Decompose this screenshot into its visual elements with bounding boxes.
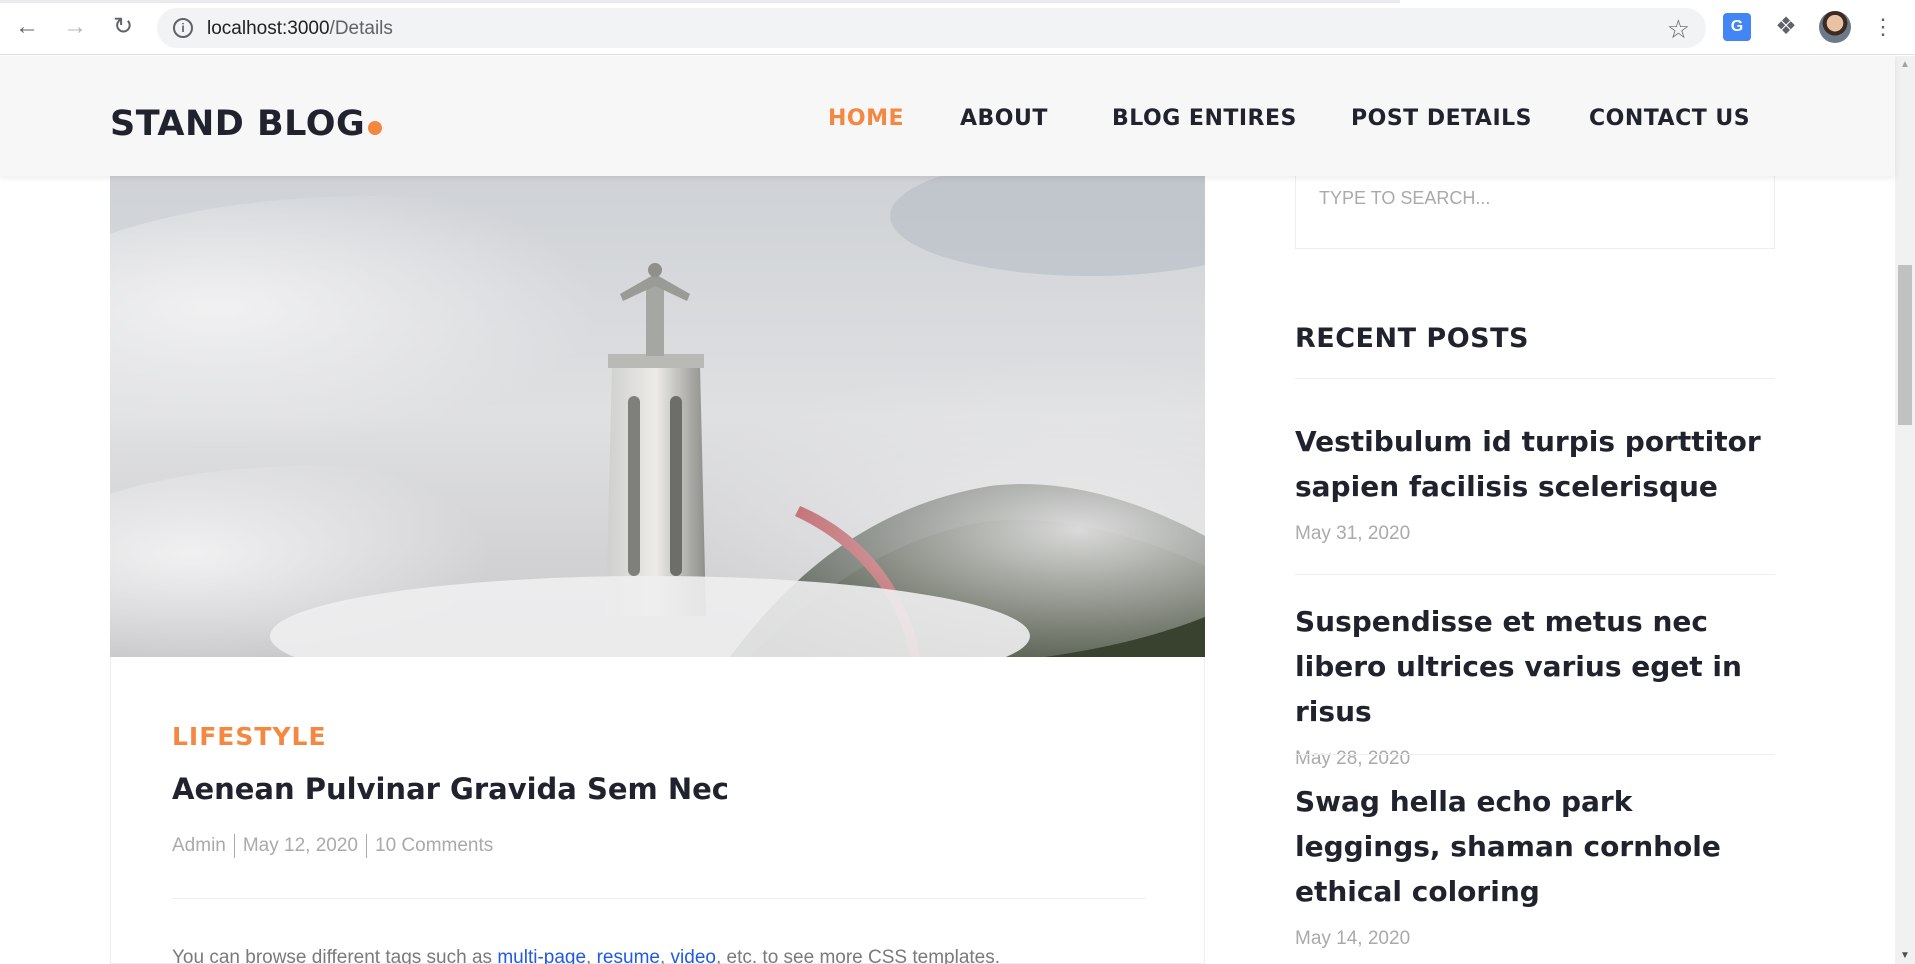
forward-icon[interactable]: → <box>62 14 88 40</box>
recent-post-title[interactable]: Vestibulum id turpis porttitor sapien fa… <box>1295 419 1775 509</box>
logo-dot <box>368 121 383 135</box>
recent-post-date: May 14, 2020 <box>1295 928 1411 949</box>
puzzle-icon[interactable]: ❖ <box>1772 13 1800 41</box>
meta-separator <box>233 834 235 858</box>
star-icon[interactable]: ☆ <box>1667 14 1690 45</box>
recent-post-item: Suspendisse et metus nec libero ultrices… <box>1295 599 1775 770</box>
post-divider <box>172 898 1146 899</box>
recent-post-date: May 28, 2020 <box>1295 748 1411 769</box>
scrollbar-thumb[interactable] <box>1898 265 1912 425</box>
post-title[interactable]: Aenean Pulvinar Gravida Sem Nec <box>172 772 729 806</box>
recent-post-date: May 31, 2020 <box>1295 523 1411 544</box>
post-body: You can browse different tags such as mu… <box>172 947 1000 964</box>
reload-icon[interactable]: ↻ <box>110 14 136 40</box>
back-icon[interactable]: ← <box>14 14 40 40</box>
post-body-suffix: , etc. to see more CSS templates. <box>715 947 1001 964</box>
site-logo[interactable]: STAND BLOG <box>110 104 383 144</box>
info-icon[interactable]: i <box>173 18 193 38</box>
post-meta: Admin May 12, 2020 10 Comments <box>172 834 493 858</box>
recent-post-title[interactable]: Swag hella echo park leggings, shaman co… <box>1295 779 1775 914</box>
post-category[interactable]: LIFESTYLE <box>172 722 327 751</box>
nav-post-details[interactable]: POST DETAILS <box>1351 106 1532 131</box>
more-icon[interactable]: ⋮ <box>1872 12 1894 42</box>
tag-link-resume[interactable]: resume <box>597 947 660 964</box>
recent-post-item: Swag hella echo park leggings, shaman co… <box>1295 779 1775 950</box>
tag-comma: , <box>586 947 597 964</box>
url-host: localhost:3000 <box>207 18 330 39</box>
meta-separator <box>366 834 367 858</box>
browser-toolbar: ← → ↻ i localhost:3000/Details ☆ G ❖ ⋮ <box>0 0 1915 55</box>
post-author[interactable]: Admin <box>172 835 226 856</box>
page-scrollbar[interactable]: ▲ ▼ <box>1895 56 1915 964</box>
sidebar-divider <box>1295 754 1775 755</box>
recent-post-title[interactable]: Suspendisse et metus nec libero ultrices… <box>1295 599 1775 734</box>
tag-link-video[interactable]: video <box>671 947 716 964</box>
url-path: /Details <box>329 18 393 39</box>
recent-posts-heading: RECENT POSTS <box>1295 323 1529 354</box>
nav-home[interactable]: HOME <box>828 106 904 131</box>
recent-post-item: Vestibulum id turpis porttitor sapien fa… <box>1295 419 1775 545</box>
sidebar-divider <box>1295 378 1775 379</box>
tag-comma: , <box>659 947 671 964</box>
url-text[interactable]: localhost:3000/Details <box>207 18 393 40</box>
nav-about[interactable]: ABOUT <box>960 106 1048 131</box>
translate-icon[interactable]: G <box>1723 13 1751 41</box>
tag-link-multi-page[interactable]: multi-page <box>497 947 586 964</box>
post-body-prefix: You can browse different tags such as <box>172 947 498 964</box>
tab-strip-edge <box>0 0 1400 3</box>
nav-blog-entries[interactable]: BLOG ENTIRES <box>1112 106 1297 131</box>
search-input[interactable] <box>1296 173 1774 223</box>
site-header: STAND BLOG HOME ABOUT BLOG ENTIRES POST … <box>0 56 1895 176</box>
scroll-down-icon[interactable]: ▼ <box>1900 950 1910 961</box>
post-date[interactable]: May 12, 2020 <box>243 835 358 856</box>
scroll-up-icon[interactable]: ▲ <box>1900 59 1910 70</box>
address-bar[interactable]: i localhost:3000/Details ☆ <box>157 8 1706 48</box>
post-comments[interactable]: 10 Comments <box>375 835 493 856</box>
sidebar-divider <box>1295 574 1775 575</box>
post-card: LIFESTYLE Aenean Pulvinar Gravida Sem Ne… <box>110 657 1205 964</box>
avatar[interactable] <box>1819 11 1851 43</box>
nav-contact-us[interactable]: CONTACT US <box>1589 106 1750 131</box>
post-hero-image <box>110 176 1205 657</box>
logo-text: STAND BLOG <box>110 104 366 144</box>
